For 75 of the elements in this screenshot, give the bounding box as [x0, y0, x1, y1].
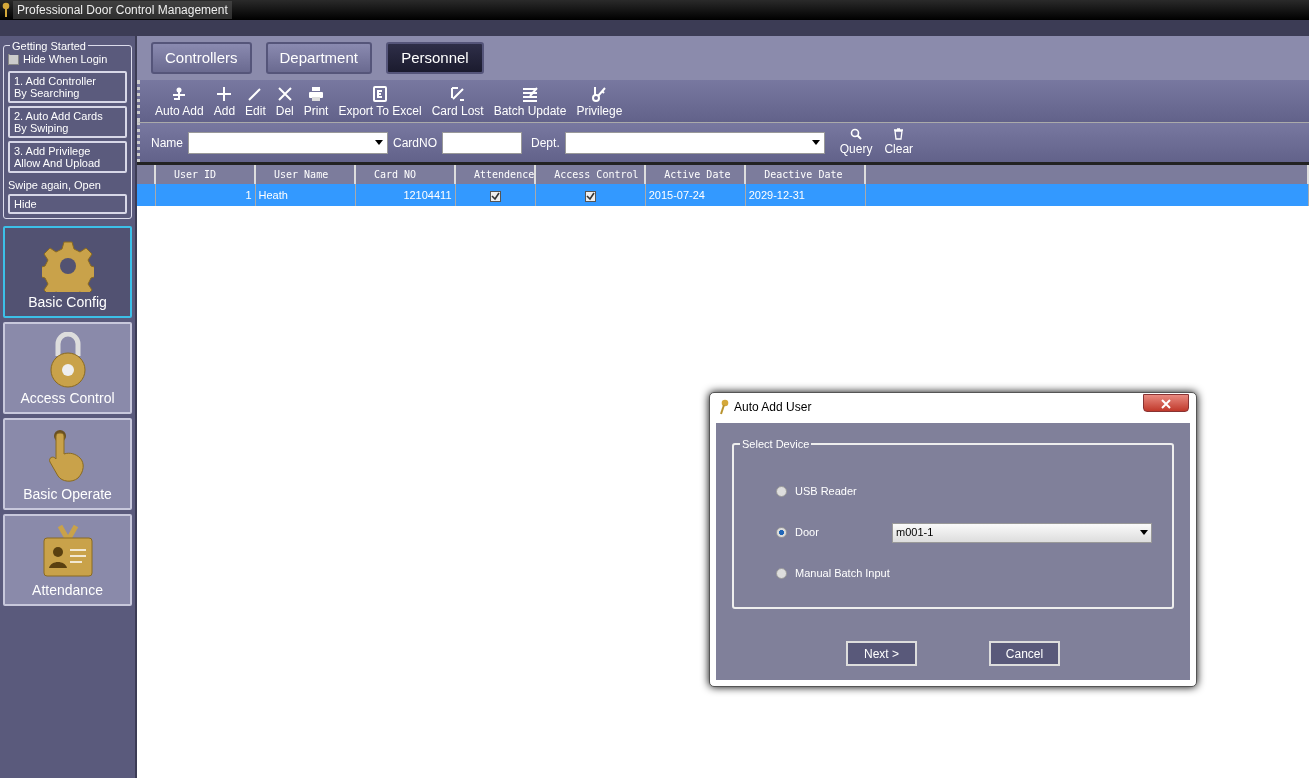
column-header: Attendence — [455, 165, 536, 184]
radio-button[interactable] — [776, 527, 787, 538]
caret-icon — [811, 140, 820, 145]
radio-button[interactable] — [776, 568, 787, 579]
tab[interactable]: Department — [265, 41, 372, 75]
radio-label: USB Reader — [795, 484, 857, 500]
caret-icon — [375, 140, 383, 145]
radio-button[interactable] — [776, 486, 787, 497]
key-icon — [2, 2, 10, 18]
step-button[interactable]: 1. Add Controller By Searching — [8, 70, 127, 103]
table-row[interactable]: 1 Heath 12104411 2015-07-24 2029-12-31 — [137, 184, 1308, 206]
toolbar-button[interactable]: Add — [208, 86, 241, 120]
close-icon — [1161, 398, 1171, 409]
document-icon — [372, 86, 389, 102]
module-button[interactable]: Attendance — [3, 514, 132, 606]
plus-icon — [216, 86, 233, 102]
pencil-icon — [247, 86, 264, 102]
step-button[interactable]: 3. Add Privilege Allow And Upload — [8, 140, 127, 173]
toolbar-button[interactable]: Privilege — [571, 86, 628, 120]
dept-dropdown[interactable] — [564, 131, 825, 154]
column-header: User ID — [155, 165, 255, 184]
dialog-button[interactable]: Cancel — [989, 641, 1060, 666]
module-button[interactable]: Basic Operate — [3, 418, 132, 510]
column-header: Access Control — [535, 165, 646, 184]
notepad-icon — [522, 86, 538, 102]
checkbox-label: Hide When Login — [23, 52, 108, 67]
column-header: Card NO — [355, 165, 455, 184]
close-button[interactable] — [1143, 394, 1189, 412]
table-cell: 1 — [155, 184, 255, 206]
key-icon — [591, 86, 608, 102]
caret-icon — [1140, 530, 1148, 535]
table-cell: Heath — [255, 184, 355, 206]
name-label: Name — [150, 134, 184, 152]
swipe-note: Swipe again, Open — [8, 177, 102, 193]
column-header: Deactive Date — [745, 165, 866, 184]
tab[interactable]: Controllers — [151, 41, 252, 75]
door-dropdown[interactable]: m001-1 — [892, 522, 1152, 543]
printer-icon — [308, 86, 325, 102]
name-dropdown[interactable] — [188, 131, 388, 154]
step-button[interactable]: 2. Auto Add Cards By Swiping — [8, 105, 127, 138]
module-button[interactable]: Access Control — [3, 322, 132, 414]
toolbar-button[interactable]: Export To Excel — [333, 86, 427, 120]
trash-icon — [893, 127, 905, 140]
toolbar-button[interactable]: Batch Update — [488, 86, 572, 120]
radio-label: Manual Batch Input — [795, 566, 890, 582]
table-cell: 2029-12-31 — [745, 184, 866, 206]
cardno-label: CardNO — [392, 134, 439, 152]
gear-icon — [41, 240, 94, 292]
table-cell: 2015-07-24 — [645, 184, 746, 206]
clear-button[interactable]: Clear — [879, 127, 919, 158]
module-button[interactable]: Basic Config — [3, 226, 132, 318]
toolbar-button[interactable]: Edit — [240, 86, 271, 120]
dept-label: Dept. — [530, 134, 561, 152]
cardno-field[interactable] — [442, 131, 523, 154]
toolbar-button[interactable]: Card Lost — [426, 86, 489, 120]
lock-icon — [47, 332, 88, 388]
column-header: User Name — [255, 165, 355, 184]
column-header: Active Date — [645, 165, 746, 184]
window-title: Professional Door Control Management — [13, 1, 232, 19]
hide-button[interactable]: Hide — [8, 194, 127, 214]
radio-label: Door — [795, 525, 819, 541]
toolbar-button[interactable]: Print — [298, 86, 334, 120]
dialog-button[interactable]: Next > — [846, 641, 917, 666]
search-icon — [850, 127, 863, 140]
dialog-title: Auto Add User — [734, 399, 812, 416]
pencil-card-icon — [449, 86, 466, 102]
checkbox[interactable] — [8, 53, 19, 65]
table-cell: 12104411 — [355, 184, 455, 206]
key-icon — [718, 399, 730, 415]
tab[interactable]: Personnel — [385, 41, 484, 75]
plus-cluster-icon — [171, 86, 188, 102]
toolbar-button[interactable]: Auto Add — [150, 86, 209, 120]
close-icon — [276, 86, 293, 102]
toolbar-button[interactable]: Del — [270, 86, 299, 120]
query-button[interactable]: Query — [834, 127, 878, 158]
